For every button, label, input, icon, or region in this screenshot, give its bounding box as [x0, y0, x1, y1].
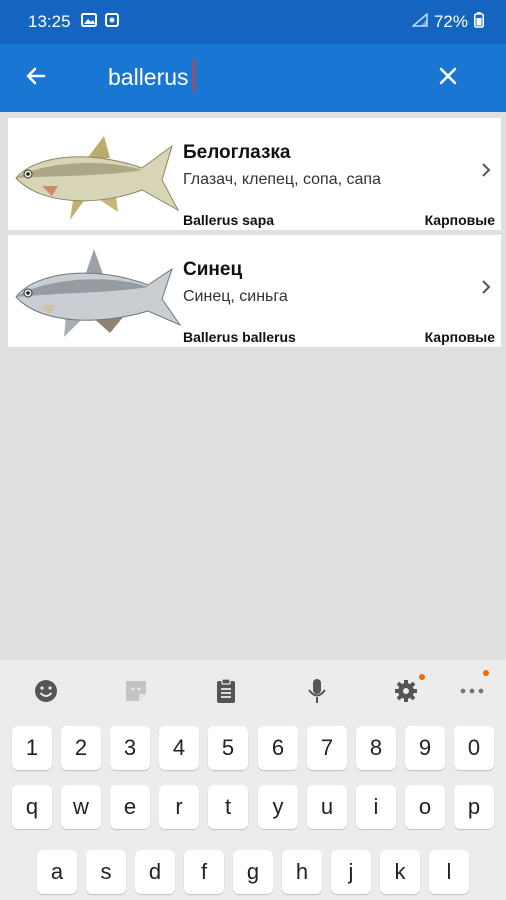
fish-aliases: Синец, синьга	[183, 288, 288, 305]
key[interactable]: j	[331, 850, 371, 894]
key[interactable]: p	[454, 785, 494, 829]
key[interactable]: i	[356, 785, 396, 829]
signal-icon	[410, 12, 428, 32]
fish-family: Карповые	[424, 329, 495, 345]
fish-latin-name: Ballerus ballerus	[183, 329, 296, 345]
battery-icon	[474, 11, 484, 33]
status-right: 72%	[410, 11, 484, 33]
qwerty-row: q w e r t y u i o p	[0, 785, 506, 833]
clipboard-icon[interactable]	[211, 676, 241, 706]
key[interactable]: r	[159, 785, 199, 829]
key[interactable]: d	[135, 850, 175, 894]
key[interactable]: g	[233, 850, 273, 894]
fish-family: Карповые	[424, 212, 495, 228]
notification-dot	[483, 670, 489, 676]
key[interactable]: a	[37, 850, 77, 894]
keyboard-toolbar	[0, 660, 506, 720]
text-caret	[192, 59, 195, 92]
key[interactable]: 9	[405, 726, 445, 770]
key[interactable]: 3	[110, 726, 150, 770]
sticker-icon[interactable]	[121, 676, 151, 706]
key[interactable]: k	[380, 850, 420, 894]
number-row: 1 2 3 4 5 6 7 8 9 0	[0, 726, 506, 774]
emoji-icon[interactable]	[31, 676, 61, 706]
fish-image	[12, 241, 182, 341]
key[interactable]: 4	[159, 726, 199, 770]
status-time: 13:25	[28, 12, 71, 31]
search-toolbar: ballerus	[0, 44, 506, 112]
arrow-back-icon[interactable]	[18, 58, 54, 94]
key[interactable]: 0	[454, 726, 494, 770]
notification-dot	[419, 674, 425, 680]
key[interactable]: 6	[258, 726, 298, 770]
mic-icon[interactable]	[302, 676, 332, 706]
key[interactable]: w	[61, 785, 101, 829]
key[interactable]: 1	[12, 726, 52, 770]
key[interactable]: y	[258, 785, 298, 829]
chevron-right-icon	[479, 160, 493, 180]
list-item[interactable]: Белоглазка Глазач, клепец, сопа, сапа Ba…	[8, 118, 501, 230]
status-bar: 13:25 72%	[0, 0, 506, 44]
key[interactable]: q	[12, 785, 52, 829]
fish-aliases: Глазач, клепец, сопа, сапа	[183, 171, 381, 188]
close-icon[interactable]	[430, 58, 466, 94]
list-item[interactable]: Синец Синец, синьга Ballerus ballerus Ка…	[8, 235, 501, 347]
asdf-row: a s d f g h j k l	[0, 850, 506, 898]
key[interactable]: o	[405, 785, 445, 829]
key[interactable]: u	[307, 785, 347, 829]
key[interactable]: 2	[61, 726, 101, 770]
key[interactable]: s	[86, 850, 126, 894]
key[interactable]: t	[208, 785, 248, 829]
search-input[interactable]: ballerus	[108, 59, 195, 92]
fish-name: Синец	[183, 259, 243, 280]
more-icon[interactable]	[457, 670, 489, 706]
fish-image	[12, 124, 182, 224]
chevron-right-icon	[479, 277, 493, 297]
settings-icon[interactable]	[391, 674, 425, 706]
results-list: Белоглазка Глазач, клепец, сопа, сапа Ba…	[8, 118, 501, 352]
fish-name: Белоглазка	[183, 142, 291, 163]
key[interactable]: l	[429, 850, 469, 894]
key[interactable]: 5	[208, 726, 248, 770]
image-icon	[80, 12, 97, 32]
key[interactable]: h	[282, 850, 322, 894]
fish-latin-name: Ballerus sapa	[183, 212, 275, 228]
key[interactable]: e	[110, 785, 150, 829]
key[interactable]: f	[184, 850, 224, 894]
notification-icon	[104, 12, 119, 32]
key[interactable]: 7	[307, 726, 347, 770]
battery-percent: 72%	[433, 12, 468, 31]
keyboard: 1 2 3 4 5 6 7 8 9 0 q w e r t y u i o p …	[0, 660, 506, 900]
search-input-value: ballerus	[108, 64, 189, 90]
key[interactable]: 8	[356, 726, 396, 770]
